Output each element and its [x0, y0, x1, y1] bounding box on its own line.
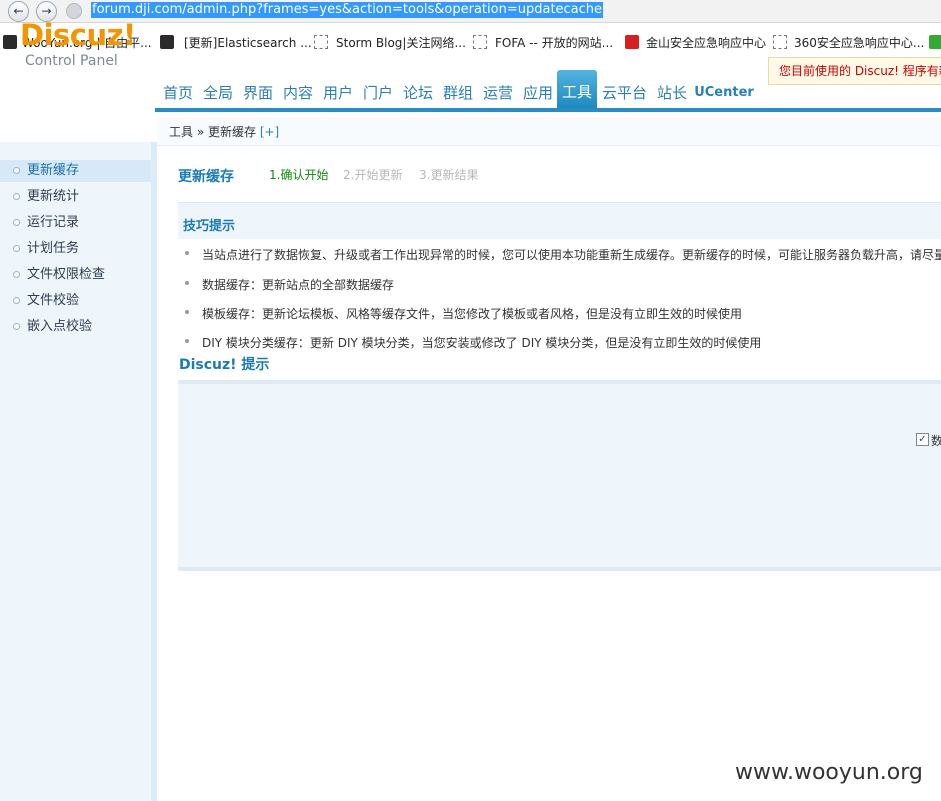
- blank-page-icon: [314, 35, 328, 49]
- bullet-icon: [13, 323, 20, 330]
- hint-panel: [178, 380, 941, 571]
- page-title: 更新缓存: [178, 169, 234, 185]
- bullet-icon: [13, 167, 20, 174]
- tips-header: 技巧提示: [178, 202, 941, 239]
- tips-title: 技巧提示: [183, 219, 236, 234]
- nav-users[interactable]: 用户: [318, 80, 358, 108]
- breadcrumb-path: 工具 » 更新缓存: [169, 125, 256, 139]
- sidebar-item-label: 更新统计: [27, 189, 80, 204]
- bookmark-item[interactable]: FOFA -- 开放的网站...: [495, 34, 613, 52]
- bullet-icon: [13, 271, 20, 278]
- add-to-favorites-button[interactable]: [+]: [260, 125, 279, 139]
- bookmark-item[interactable]: Storm Blog|关注网络...: [336, 34, 466, 52]
- breadcrumb: 工具 » 更新缓存 [+]: [157, 117, 941, 146]
- sidebar-item-label: 文件权限检查: [27, 267, 106, 282]
- sidebar-item-label: 文件校验: [27, 293, 80, 308]
- wooyun-icon: [3, 35, 17, 49]
- watermark: www.wooyun.org: [735, 760, 923, 785]
- sidebar-item-label: 嵌入点校验: [27, 319, 93, 334]
- bullet-icon: [185, 339, 189, 343]
- blank-page-icon: [473, 35, 487, 49]
- bullet-icon: [13, 219, 20, 226]
- sidebar-item-label: 更新缓存: [27, 163, 80, 178]
- url-field[interactable]: forum.dji.com/admin.php?frames=yes&actio…: [91, 2, 604, 18]
- data-cache-checkbox[interactable]: ✓: [916, 433, 929, 446]
- wooyun-icon: [160, 35, 174, 49]
- bookmark-item[interactable]: 360安全应急响应中心...: [794, 34, 924, 52]
- nav-groups[interactable]: 群组: [438, 80, 478, 108]
- nav-global[interactable]: 全局: [198, 80, 238, 108]
- nav-interface[interactable]: 界面: [238, 80, 278, 108]
- browser-address-bar: ← → forum.dji.com/admin.php?frames=yes&a…: [0, 0, 941, 23]
- bullet-icon: [185, 310, 189, 314]
- blank-page-icon: [773, 35, 787, 49]
- step-start-update: 2.开始更新: [343, 168, 403, 182]
- bullet-icon: [185, 281, 189, 285]
- sidebar-item-cron[interactable]: 计划任务: [0, 238, 151, 260]
- step-confirm-start: 1.确认开始: [269, 168, 329, 182]
- step-update-result: 3.更新结果: [419, 168, 479, 182]
- nav-ucenter[interactable]: UCenter: [693, 80, 755, 108]
- version-notice[interactable]: 您目前使用的 Discuz! 程序有新: [768, 57, 941, 85]
- checkbox-label: 数: [931, 434, 941, 448]
- nav-forum[interactable]: 论坛: [398, 80, 438, 108]
- bullet-icon: [13, 245, 20, 252]
- sidebar-item-file-permissions[interactable]: 文件权限检查: [0, 264, 151, 286]
- bookmarks-bar: WooYun.org | 自由平... [更新]Elasticsearch ..…: [0, 31, 941, 55]
- site-globe-icon: [66, 3, 82, 19]
- bookmark-item[interactable]: 金山安全应急响应中心: [646, 34, 766, 52]
- bullet-icon: [13, 193, 20, 200]
- sidebar-item-update-cache[interactable]: 更新缓存: [0, 160, 151, 182]
- bullet-icon: [185, 251, 189, 255]
- nav-portal[interactable]: 门户: [358, 80, 398, 108]
- sidebar-item-run-log[interactable]: 运行记录: [0, 212, 151, 234]
- bookmark-item[interactable]: [更新]Elasticsearch ...: [184, 34, 312, 52]
- nav-cloud[interactable]: 云平台: [598, 80, 651, 108]
- extension-icon[interactable]: [929, 35, 941, 49]
- sidebar-divider: [151, 142, 157, 801]
- control-panel-label: Control Panel: [25, 53, 118, 69]
- nav-content[interactable]: 内容: [278, 80, 318, 108]
- sidebar-item-file-check[interactable]: 文件校验: [0, 290, 151, 312]
- nav-webmaster[interactable]: 站长: [652, 80, 692, 108]
- sidebar-item-label: 计划任务: [27, 241, 80, 256]
- discuz-logo[interactable]: Discuz!: [20, 18, 136, 52]
- nav-tools[interactable]: 工具: [557, 70, 597, 110]
- sidebar-item-hook-check[interactable]: 嵌入点校验: [0, 316, 151, 338]
- nav-operations[interactable]: 运营: [478, 80, 518, 108]
- nav-underline: [155, 108, 941, 112]
- discuz-hint-title: Discuz! 提示: [179, 357, 270, 373]
- sidebar-item-label: 运行记录: [27, 215, 80, 230]
- bullet-icon: [13, 297, 20, 304]
- nav-apps[interactable]: 应用: [518, 80, 558, 108]
- nav-home[interactable]: 首页: [158, 80, 198, 108]
- kingsoft-icon: [625, 35, 639, 49]
- sidebar-item-update-stats[interactable]: 更新统计: [0, 186, 151, 208]
